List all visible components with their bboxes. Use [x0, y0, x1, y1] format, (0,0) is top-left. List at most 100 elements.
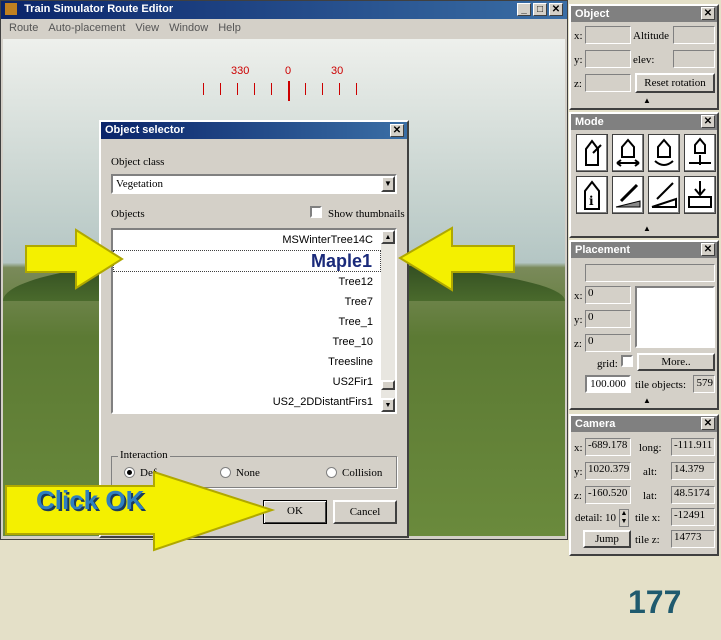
placement-name-field[interactable]	[585, 264, 715, 282]
click-ok-callout: Click OK	[36, 485, 145, 515]
menu-view[interactable]: View	[135, 19, 159, 37]
list-item[interactable]: Treesline	[113, 352, 381, 372]
placement-z-field[interactable]: 0	[585, 334, 631, 352]
dialog-title: Object selector	[105, 124, 185, 136]
lat-field[interactable]: 48.5174	[671, 486, 715, 504]
object-class-select[interactable]: Vegetation ▼	[111, 174, 397, 194]
placement-y-field[interactable]: 0	[585, 310, 631, 328]
rotate-mode-icon[interactable]	[648, 134, 680, 172]
interaction-label: Interaction	[118, 449, 170, 461]
show-thumbnails-label[interactable]: Show thumbnails	[328, 208, 405, 220]
info-mode-icon[interactable]: i	[576, 176, 608, 214]
more-button[interactable]: More..	[637, 353, 715, 371]
object-class-value: Vegetation	[116, 178, 164, 190]
object-class-label: Object class	[111, 156, 165, 168]
menu-window[interactable]: Window	[169, 19, 208, 37]
object-y-field[interactable]	[585, 50, 631, 68]
list-item[interactable]: Tree_10	[113, 332, 381, 352]
close-icon[interactable]: ✕	[701, 115, 715, 128]
placement-panel: Placement ✕ x: 0 y: 0 z: 0 grid: More.. …	[569, 240, 719, 410]
tile-objects-field: 579	[693, 375, 715, 393]
object-x-field[interactable]	[585, 26, 631, 44]
terrain-paint-icon[interactable]	[612, 176, 644, 214]
camera-x-field[interactable]: -689.178	[585, 438, 631, 456]
close-icon[interactable]: ✕	[701, 243, 715, 256]
show-thumbnails-checkbox[interactable]	[310, 206, 322, 218]
grid-value-field[interactable]: 100.000	[585, 375, 631, 393]
list-item[interactable]: US2Fir1	[113, 372, 381, 392]
list-item-selected[interactable]: Maple1	[113, 250, 381, 272]
list-item[interactable]: Tree_1	[113, 312, 381, 332]
cancel-button[interactable]: Cancel	[333, 500, 397, 524]
elevate-mode-icon[interactable]	[684, 134, 716, 172]
maximize-icon[interactable]: □	[533, 3, 547, 16]
collapse-icon[interactable]: ▲	[643, 96, 651, 105]
lat-label: lat:	[643, 490, 658, 502]
mode-panel: Mode ✕ i ▲	[569, 112, 719, 238]
mode-panel-titlebar: Mode ✕	[571, 114, 717, 130]
app-title: Train Simulator Route Editor	[24, 3, 174, 15]
main-titlebar: Train Simulator Route Editor _ □ ✕	[1, 1, 567, 19]
long-field[interactable]: -111.911	[671, 438, 715, 456]
select-mode-icon[interactable]	[576, 134, 608, 172]
list-item[interactable]: US2_2DDistantFirs1	[113, 392, 381, 412]
tile-z-field[interactable]: 14773	[671, 530, 715, 548]
camera-panel-titlebar: Camera ✕	[571, 416, 717, 432]
placement-panel-title: Placement	[575, 244, 631, 256]
reset-rotation-button[interactable]: Reset rotation	[635, 73, 715, 93]
object-panel-titlebar: Object ✕	[571, 6, 717, 22]
objects-label: Objects	[111, 208, 145, 220]
radio-collision-label[interactable]: Collision	[342, 467, 382, 479]
camera-z-field[interactable]: -160.520	[585, 486, 631, 504]
jump-button[interactable]: Jump	[583, 530, 631, 548]
list-item[interactable]: Tree12	[113, 272, 381, 292]
altitude-field[interactable]	[673, 26, 715, 44]
minimize-icon[interactable]: _	[517, 3, 531, 16]
collapse-icon[interactable]: ▲	[643, 396, 651, 405]
tile-z-label: tile z:	[635, 534, 660, 546]
collapse-icon[interactable]: ▲	[643, 224, 651, 233]
close-icon[interactable]: ✕	[390, 124, 404, 137]
alt-field[interactable]: 14.379	[671, 462, 715, 480]
camera-x-label: x:	[574, 442, 583, 454]
scroll-up-icon[interactable]: ▲	[381, 230, 395, 244]
terrain-pen-icon[interactable]	[648, 176, 680, 214]
list-item[interactable]: MSWinterTree14C	[113, 230, 381, 250]
menu-auto-placement[interactable]: Auto-placement	[48, 19, 125, 37]
close-icon[interactable]: ✕	[701, 417, 715, 430]
scroll-thumb[interactable]	[381, 380, 395, 390]
terrain-raise-icon[interactable]	[684, 176, 716, 214]
move-mode-icon[interactable]	[612, 134, 644, 172]
object-z-label: z:	[574, 78, 582, 90]
mode-panel-title: Mode	[575, 116, 604, 128]
detail-label: detail:	[575, 512, 603, 524]
close-icon[interactable]: ✕	[549, 3, 563, 16]
elev-label: elev:	[633, 54, 655, 66]
camera-panel: Camera ✕ x: -689.178 y: 1020.379 z: -160…	[569, 414, 719, 556]
menu-help[interactable]: Help	[218, 19, 241, 37]
compass-330: 330	[231, 65, 250, 77]
grid-checkbox[interactable]	[621, 355, 633, 367]
grid-label: grid:	[597, 358, 618, 370]
list-item[interactable]: Tree7	[113, 292, 381, 312]
scroll-down-icon[interactable]: ▼	[381, 398, 395, 412]
object-z-field[interactable]	[585, 74, 631, 92]
detail-value[interactable]: 10	[605, 512, 616, 524]
placement-x-field[interactable]: 0	[585, 286, 631, 304]
arrow-left-pointer	[398, 226, 515, 292]
objects-list[interactable]: MSWinterTree14C Maple1 Tree12 Tree7 Tree_1 Tr…	[111, 228, 397, 414]
camera-y-label: y:	[574, 466, 583, 478]
elev-field[interactable]	[673, 50, 715, 68]
placement-panel-titlebar: Placement ✕	[571, 242, 717, 258]
tile-x-field[interactable]: -12491	[671, 508, 715, 526]
chevron-down-icon[interactable]: ▼	[381, 176, 395, 192]
list-scrollbar[interactable]: ▲ ▼	[381, 230, 395, 412]
close-icon[interactable]: ✕	[701, 7, 715, 20]
app-icon	[5, 3, 17, 16]
long-label: long:	[639, 442, 662, 454]
radio-collision[interactable]	[326, 467, 337, 478]
arrow-right-pointer	[25, 228, 124, 290]
detail-spinner-icon[interactable]: ▲ ▼	[619, 509, 629, 527]
camera-y-field[interactable]: 1020.379	[585, 462, 631, 480]
menu-route[interactable]: Route	[9, 19, 38, 37]
